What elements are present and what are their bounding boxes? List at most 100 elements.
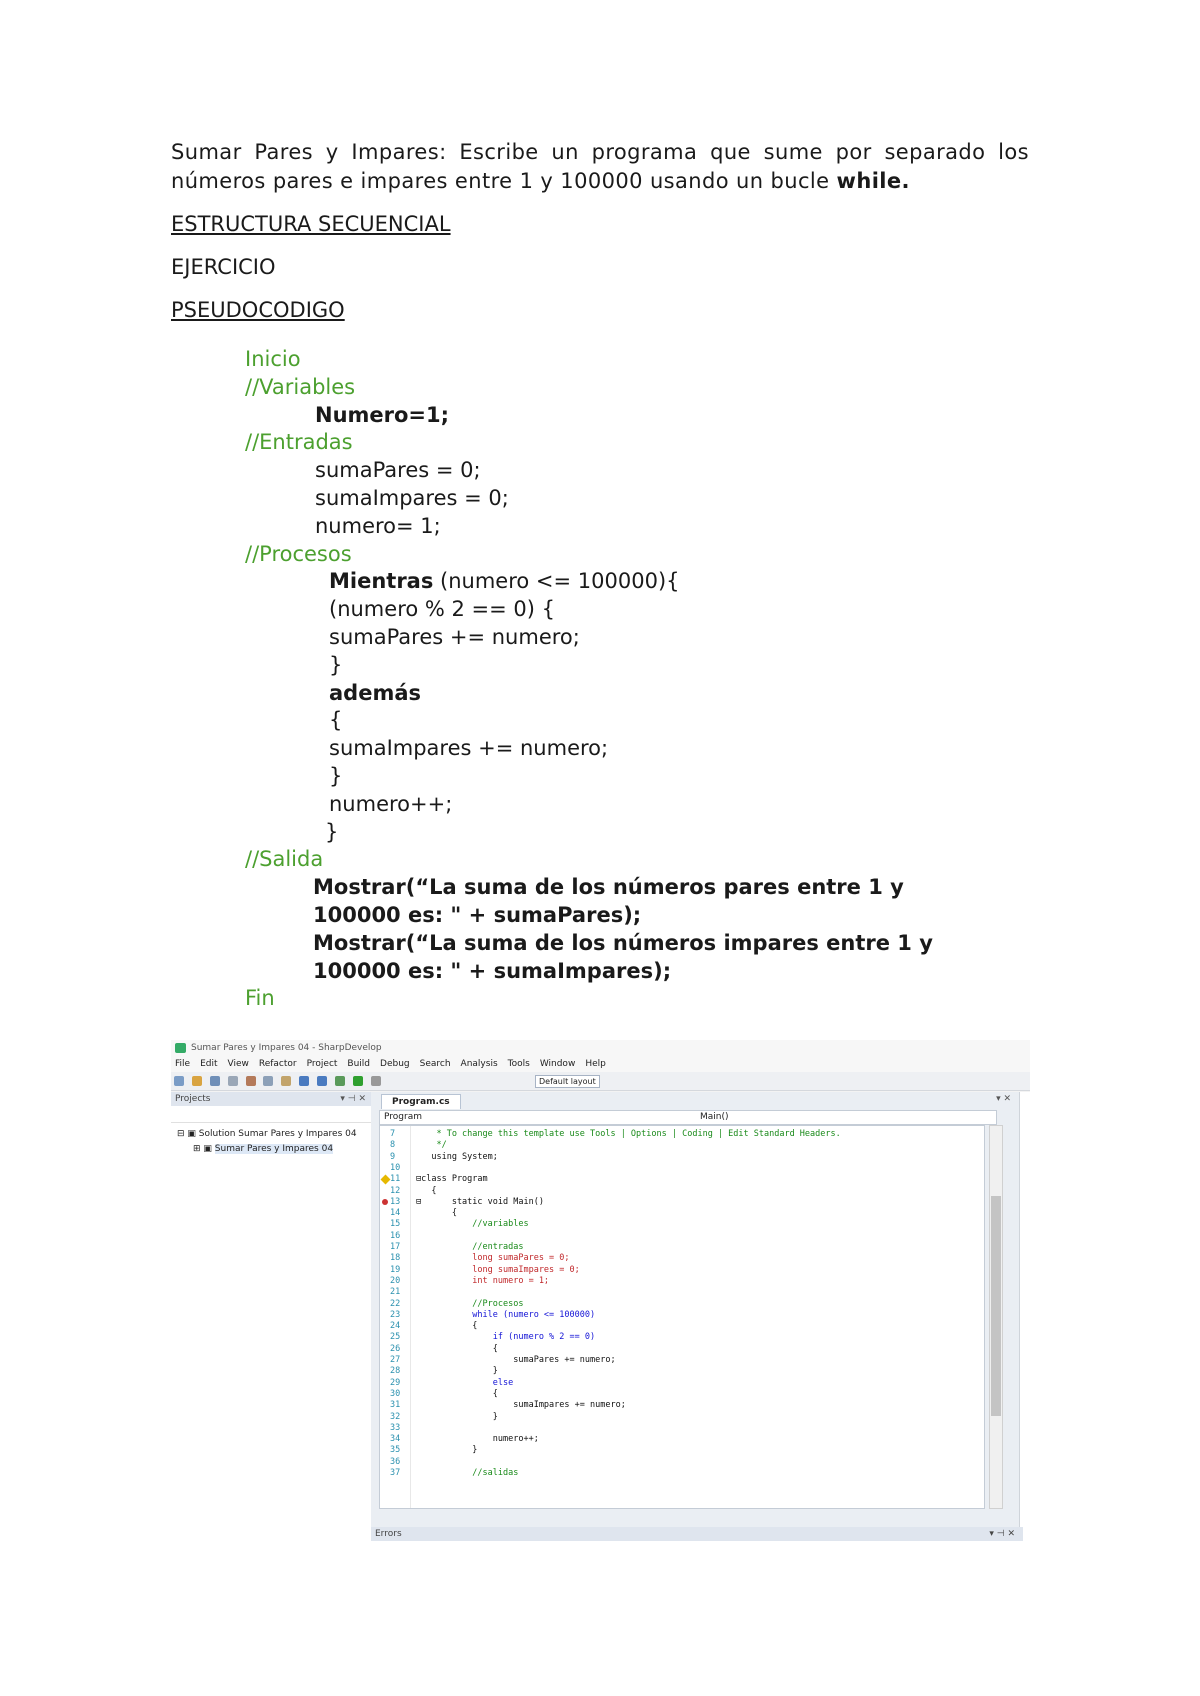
code-line: numero++; bbox=[416, 1434, 539, 1445]
line-number: 24 bbox=[390, 1321, 401, 1332]
pseudo-variables-comment: //Variables bbox=[245, 374, 356, 399]
code-line: while (numero <= 100000) bbox=[416, 1309, 596, 1320]
pseudo-close-brace: } bbox=[329, 652, 343, 677]
line-number: 26 bbox=[390, 1343, 401, 1354]
menu-edit[interactable]: Edit bbox=[200, 1059, 217, 1069]
pseudo-mostrar-impares-cont: 100000 es: " + sumaImpares); bbox=[313, 958, 672, 983]
pseudo-if: (numero % 2 == 0) { bbox=[329, 597, 556, 622]
tab-program-cs[interactable]: Program.cs bbox=[381, 1094, 461, 1109]
ide-title: Sumar Pares y Impares 04 - SharpDevelop bbox=[191, 1043, 382, 1053]
pseudo-open-brace: { bbox=[329, 708, 343, 733]
paste-icon[interactable] bbox=[281, 1076, 292, 1086]
code-line: long sumaPares = 0; bbox=[416, 1253, 570, 1264]
ide-titlebar: Sumar Pares y Impares 04 - SharpDevelop bbox=[171, 1040, 1030, 1056]
line-number: 33 bbox=[390, 1422, 401, 1433]
line-number: 36 bbox=[390, 1456, 401, 1467]
menu-tools[interactable]: Tools bbox=[508, 1059, 530, 1069]
code-view[interactable]: 7 * To change this template use Tools | … bbox=[379, 1125, 985, 1509]
code-line: using System; bbox=[416, 1151, 498, 1162]
copy-icon[interactable] bbox=[263, 1076, 274, 1086]
tree-item-solution[interactable]: ⊟ ▣ Solution Sumar Pares y Impares 04 bbox=[177, 1127, 371, 1142]
line-number: 21 bbox=[390, 1287, 401, 1298]
redo-icon[interactable] bbox=[317, 1076, 327, 1086]
class-dropdown[interactable]: Program bbox=[384, 1111, 422, 1124]
menu-view[interactable]: View bbox=[228, 1059, 249, 1069]
pseudo-mostrar-pares: Mostrar(“La suma de los números pares en… bbox=[313, 875, 904, 900]
pseudo-sumapares: sumaPares = 0; bbox=[315, 458, 481, 483]
line-number: 28 bbox=[390, 1366, 401, 1377]
run-icon[interactable] bbox=[352, 1076, 363, 1086]
menu-search[interactable]: Search bbox=[420, 1059, 451, 1069]
line-number: 22 bbox=[390, 1298, 401, 1309]
stop-icon[interactable] bbox=[370, 1076, 381, 1086]
save-all-icon[interactable] bbox=[227, 1076, 238, 1086]
pseudo-sumaimpares-add: sumaImpares += numero; bbox=[329, 736, 609, 761]
method-dropdown[interactable]: Main() bbox=[700, 1111, 729, 1124]
line-number: 9 bbox=[390, 1151, 396, 1162]
code-line: { bbox=[416, 1343, 498, 1354]
line-number: 18 bbox=[390, 1253, 401, 1264]
line-number: 35 bbox=[390, 1445, 401, 1456]
line-number: 8 bbox=[390, 1140, 396, 1151]
line-number: 25 bbox=[390, 1332, 401, 1343]
layout-select[interactable]: Default layout bbox=[535, 1075, 600, 1088]
menu-file[interactable]: File bbox=[175, 1059, 190, 1069]
cut-icon[interactable] bbox=[245, 1076, 256, 1086]
save-icon[interactable] bbox=[209, 1076, 220, 1086]
breakpoint-icon[interactable] bbox=[382, 1198, 388, 1205]
projects-toolbar bbox=[171, 1106, 371, 1123]
errors-panel: Errors ▾ ⊣ ✕ bbox=[371, 1527, 1023, 1541]
undo-icon[interactable] bbox=[299, 1076, 310, 1086]
line-number: 15 bbox=[390, 1219, 401, 1230]
panel-controls[interactable]: ▾ ⊣ ✕ bbox=[340, 1092, 366, 1106]
code-line: //variables bbox=[416, 1219, 529, 1230]
code-line: sumaPares += numero; bbox=[416, 1355, 616, 1365]
code-line: ⊟ static void Main() bbox=[416, 1196, 544, 1207]
code-line: if (numero % 2 == 0) bbox=[416, 1332, 596, 1343]
errors-panel-controls[interactable]: ▾ ⊣ ✕ bbox=[989, 1527, 1015, 1541]
pseudo-sumaimpares: sumaImpares = 0; bbox=[315, 485, 509, 510]
line-number: 32 bbox=[390, 1411, 401, 1422]
code-line: } bbox=[416, 1411, 498, 1422]
line-number: 7 bbox=[390, 1129, 396, 1139]
build-icon[interactable] bbox=[334, 1076, 345, 1086]
ide-screenshot: Sumar Pares y Impares 04 - SharpDevelop … bbox=[171, 1040, 1030, 1541]
sharpdevelop-icon bbox=[175, 1043, 186, 1053]
scrollbar-thumb[interactable] bbox=[991, 1196, 1001, 1416]
pseudo-close-brace: } bbox=[325, 819, 339, 844]
new-file-icon[interactable] bbox=[174, 1076, 184, 1086]
menu-window[interactable]: Window bbox=[540, 1059, 576, 1069]
line-number: 30 bbox=[390, 1388, 401, 1399]
pseudo-numero-init: numero= 1; bbox=[315, 513, 441, 538]
tree-item-project[interactable]: ⊞ ▣ Sumar Pares y Impares 04 bbox=[177, 1142, 371, 1157]
menu-project[interactable]: Project bbox=[307, 1059, 338, 1069]
menu-refactor[interactable]: Refactor bbox=[259, 1059, 297, 1069]
pseudo-numero-decl: Numero=1; bbox=[315, 402, 450, 427]
line-number: 16 bbox=[390, 1230, 401, 1241]
code-line: else bbox=[416, 1377, 514, 1388]
code-line: int numero = 1; bbox=[416, 1275, 550, 1286]
code-line: { bbox=[416, 1321, 478, 1332]
menu-help[interactable]: Help bbox=[585, 1059, 606, 1069]
editor-scrollbar[interactable] bbox=[989, 1125, 1003, 1509]
tab-controls[interactable]: ▾ ✕ bbox=[996, 1094, 1011, 1104]
heading-pseudocodigo: PSEUDOCODIGO bbox=[171, 298, 345, 322]
open-folder-icon[interactable] bbox=[191, 1076, 202, 1086]
menu-debug[interactable]: Debug bbox=[380, 1059, 410, 1069]
line-number: 34 bbox=[390, 1434, 401, 1445]
editor-navigation-bar: Program Main() bbox=[379, 1110, 997, 1125]
pseudo-ademas: además bbox=[329, 680, 421, 705]
code-line: */ bbox=[416, 1140, 447, 1151]
ide-menubar: File Edit View Refactor Project Build Debug Sea… bbox=[171, 1056, 1030, 1072]
right-side-panel bbox=[1019, 1092, 1030, 1541]
menu-analysis[interactable]: Analysis bbox=[461, 1059, 498, 1069]
line-number: 23 bbox=[390, 1309, 401, 1320]
code-line: sumaImpares += numero; bbox=[416, 1400, 626, 1411]
menu-build[interactable]: Build bbox=[347, 1059, 370, 1069]
editor-tabs: Program.cs ▾ ✕ bbox=[371, 1092, 1019, 1109]
pseudo-mientras: Mientras (numero <= 100000){ bbox=[329, 569, 680, 594]
pseudo-sumapares-add: sumaPares += numero; bbox=[329, 624, 580, 649]
code-line: //entradas bbox=[416, 1242, 524, 1252]
pseudo-procesos-comment: //Procesos bbox=[245, 541, 352, 566]
projects-panel: Projects ▾ ⊣ ✕ ⊟ ▣ Solution Sumar Pares … bbox=[171, 1092, 372, 1541]
